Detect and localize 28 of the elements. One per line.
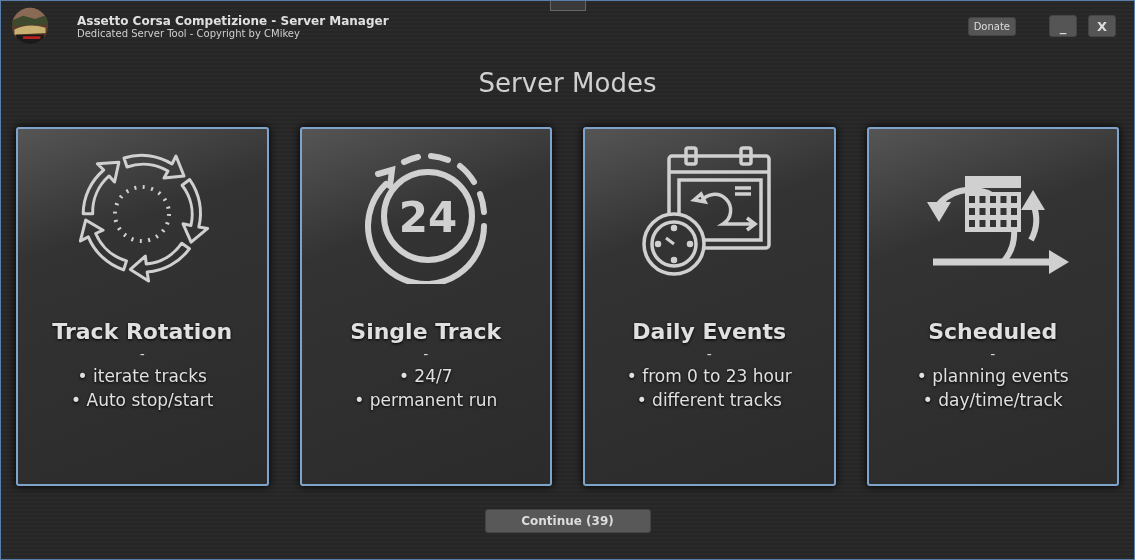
feature-text: • different tracks [636,389,782,412]
mode-card[interactable]: Daily Events - • from 0 to 23 hour • different tracks [583,127,836,486]
separator-dash: - [139,345,145,364]
separator-dash: - [423,345,429,364]
feature-text: • from 0 to 23 hour [626,365,792,388]
mode-title: Track Rotation [52,319,233,344]
mode-title: Scheduled [928,319,1058,344]
feature-text: • 24/7 [398,365,453,388]
close-button[interactable]: X [1088,15,1116,37]
mode-title: Daily Events [632,319,787,344]
feature-text: • iterate tracks [77,365,207,388]
mode-card[interactable]: Track Rotation - • iterate tracks • Auto stop/start [16,127,269,486]
feature-text: • permanent run [354,389,498,412]
mode-card[interactable]: 24 Single Track - • 24/7 • permanent run [299,127,552,486]
window-subtitle: Dedicated Server Tool - Copyright by CMikey [77,27,301,39]
separator-dash: - [990,345,996,364]
continue-button[interactable]: Continue (39) [484,509,651,533]
feature-text: • planning events [916,365,1069,388]
window-title: Assetto Corsa Competizione - Server Manager [77,13,389,28]
feature-text: • Auto stop/start [71,389,214,412]
feature-text: • day/time/track [922,389,1063,412]
donate-button[interactable]: Donate [967,16,1016,36]
page-heading: Server Modes [477,68,658,100]
separator-dash: - [706,345,712,364]
minimize-button[interactable]: _ [1049,15,1077,37]
drag-handle[interactable] [550,1,586,11]
mode-title: Single Track [350,319,502,344]
mode-card[interactable]: Scheduled - • planning events • day/time/track [866,127,1119,486]
